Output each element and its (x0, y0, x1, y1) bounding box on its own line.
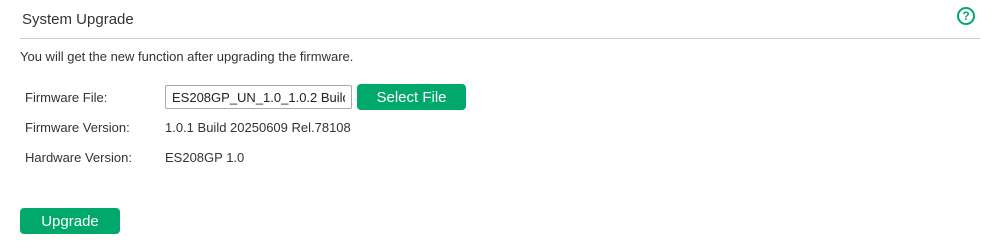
firmware-version-label: Firmware Version: (25, 120, 130, 135)
upgrade-button[interactable]: Upgrade (20, 208, 120, 234)
firmware-file-field[interactable] (165, 85, 352, 109)
page-title: System Upgrade (22, 11, 134, 28)
firmware-version-value: 1.0.1 Build 20250609 Rel.78108 (165, 120, 351, 135)
firmware-file-label: Firmware File: (25, 90, 108, 105)
hardware-version-value: ES208GP 1.0 (165, 150, 245, 165)
upgrade-description: You will get the new function after upgr… (20, 49, 354, 64)
select-file-button[interactable]: Select File (357, 84, 466, 110)
panel-header: System Upgrade ? (20, 0, 980, 39)
help-icon[interactable]: ? (957, 7, 975, 25)
hardware-version-label: Hardware Version: (25, 150, 132, 165)
